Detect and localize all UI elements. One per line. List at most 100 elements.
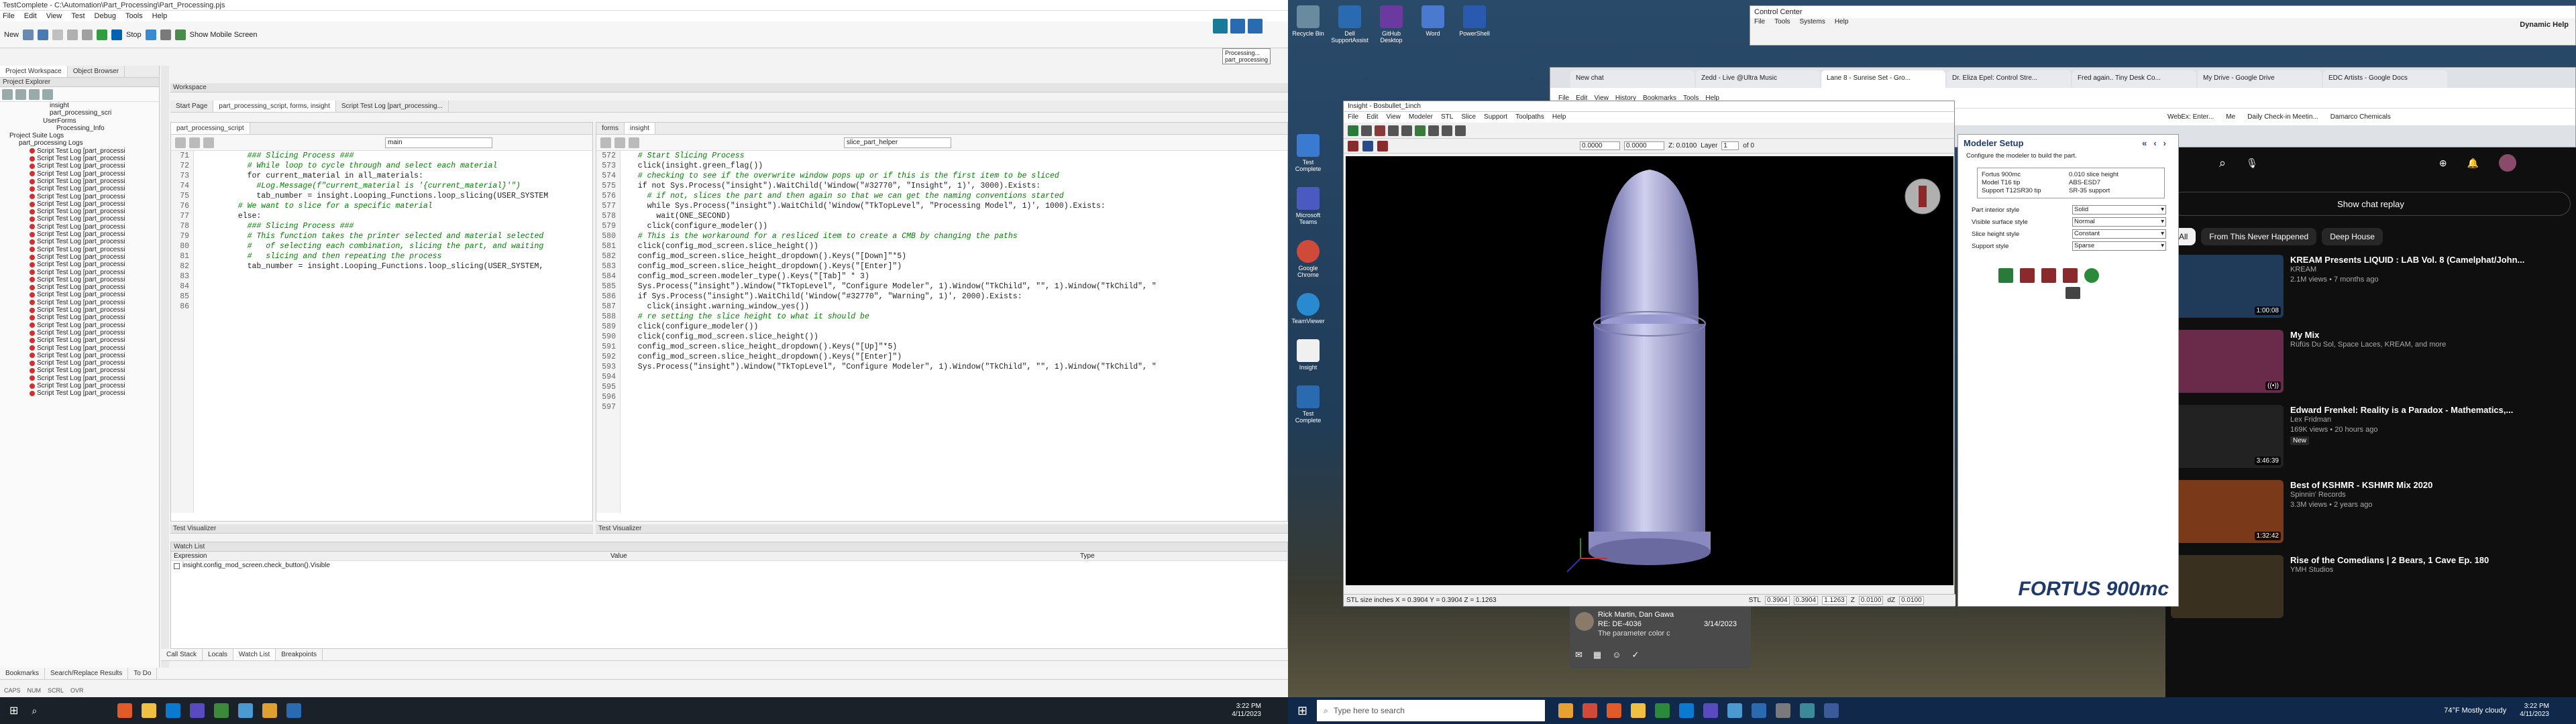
pause-icon[interactable] <box>145 29 156 40</box>
col-value[interactable]: Value <box>610 552 1080 560</box>
run-icon[interactable] <box>97 29 108 40</box>
mobile-icon[interactable] <box>174 29 186 40</box>
app-icon[interactable] <box>262 703 278 718</box>
log-item[interactable]: Script Test Log [part_processi <box>3 367 159 374</box>
app-icon[interactable] <box>1824 703 1839 718</box>
desktop-icon[interactable]: Microsoft Teams <box>1289 187 1327 225</box>
tab-object-browser[interactable]: Object Browser <box>68 66 125 77</box>
toolbar-icon[interactable] <box>1377 140 1388 152</box>
tab-todo[interactable]: To Do <box>128 668 158 679</box>
stop-icon[interactable] <box>111 29 123 40</box>
right-code-text[interactable]: # Start Slicing Process click(insight.gr… <box>621 151 1287 513</box>
toolbar-icon[interactable] <box>1348 140 1358 152</box>
log-item[interactable]: Script Test Log [part_processi <box>3 389 159 397</box>
tab-project-workspace[interactable]: Project Workspace <box>0 66 68 77</box>
video-item[interactable]: Rise of the Comedians | 2 Bears, 1 Cave … <box>2171 555 2576 618</box>
video-title[interactable]: Edward Frenkel: Reality is a Paradox - M… <box>2290 405 2513 415</box>
browser-tab[interactable]: Zedd - Live @Ultra Music <box>1696 70 1820 88</box>
log-item[interactable]: Script Test Log [part_processi <box>3 306 159 314</box>
tab-watch-list[interactable]: Watch List <box>233 649 276 660</box>
firefox-icon[interactable] <box>1607 703 1622 718</box>
helper-dropdown[interactable]: slice_part_helper <box>844 137 951 148</box>
log-item[interactable]: Script Test Log [part_processi <box>3 231 159 238</box>
insight-menu-item[interactable]: Edit <box>1366 112 1378 123</box>
cut-icon[interactable] <box>52 29 64 40</box>
tree-item-insight[interactable]: insight <box>3 102 159 109</box>
vscode-icon[interactable] <box>1679 703 1695 718</box>
app-icon[interactable] <box>1800 703 1815 718</box>
copy-icon[interactable] <box>67 29 78 40</box>
insight-menu-item[interactable]: Help <box>1552 112 1566 123</box>
tab-project-files[interactable]: part_processing_script, forms, insight <box>213 101 336 112</box>
browser-tab[interactable]: Fred again.. Tiny Desk Co... <box>2072 70 2196 88</box>
mail-icon[interactable]: ✉ <box>1575 650 1582 660</box>
log-item[interactable]: Script Test Log [part_processi <box>3 208 159 215</box>
desktop-icon[interactable]: PowerShell <box>1456 5 1493 44</box>
app-icon[interactable] <box>238 703 254 718</box>
stop-button[interactable]: Stop <box>126 31 142 39</box>
toolbar-icon[interactable] <box>1361 125 1372 136</box>
chip-this-never-happened[interactable]: From This Never Happened <box>2201 228 2317 245</box>
browser-tab[interactable]: Lane 8 - Sunrise Set - Gro... <box>1821 70 1945 88</box>
coord-field-1[interactable]: 0.0000 <box>1580 141 1620 150</box>
toolpath-icon[interactable] <box>2063 268 2078 283</box>
log-item[interactable]: Script Test Log [part_processi <box>3 322 159 329</box>
tab-search-replace[interactable]: Search/Replace Results <box>45 668 129 679</box>
cc-menu-systems[interactable]: Systems <box>1799 18 1825 25</box>
video-thumbnail[interactable]: 1:00:08 <box>2171 255 2284 318</box>
video-item[interactable]: ((•)) My Mix Rüfüs Du Sol, Space Laces, KR… <box>2171 330 2576 393</box>
log-item[interactable]: Script Test Log [part_processi <box>3 155 159 162</box>
field-select[interactable]: Solid ▾ <box>2072 205 2166 215</box>
right-clock[interactable]: 3:22 PM 4/11/2023 <box>2520 703 2549 719</box>
build-icon[interactable] <box>2084 268 2099 283</box>
editor-tool-icon[interactable] <box>203 137 214 148</box>
modeler-nav-icons[interactable]: «‹› <box>2142 138 2173 148</box>
explorer-icon[interactable] <box>1631 703 1646 718</box>
desktop-icon[interactable]: Word <box>1414 5 1452 44</box>
video-title[interactable]: My Mix <box>2290 330 2446 340</box>
log-item[interactable]: Script Test Log [part_processi <box>3 253 159 261</box>
bookmark-checkin[interactable]: Daily Check-in Meetin... <box>2247 113 2318 121</box>
mic-icon[interactable]: 🎙 <box>2246 158 2258 169</box>
desktop-icon[interactable]: Recycle Bin <box>1289 5 1327 44</box>
search-icon[interactable]: ⌕ <box>32 705 37 717</box>
col-expression[interactable]: Expression <box>171 552 610 560</box>
app-icon[interactable] <box>1776 703 1791 718</box>
video-item[interactable]: 3:46:39 Edward Frenkel: Reality is a Para… <box>2171 405 2576 468</box>
video-channel[interactable]: YMH Studios <box>2290 565 2489 575</box>
log-item[interactable]: Script Test Log [part_processi <box>3 223 159 231</box>
log-item[interactable]: Script Test Log [part_processi <box>3 329 159 337</box>
zoom-icon[interactable] <box>1428 125 1439 136</box>
tab-call-stack[interactable]: Call Stack <box>161 649 203 660</box>
log-item[interactable]: Script Test Log [part_processi <box>3 299 159 306</box>
log-item[interactable]: Script Test Log [part_processi <box>3 185 159 192</box>
outlook-notification[interactable]: Rick Martin, Dan Gawa RE: DE-4036 3/14/2… <box>1570 607 1751 668</box>
record-icon[interactable] <box>160 29 171 40</box>
tree-item-processing-info[interactable]: Processing_Info <box>3 125 159 132</box>
log-item[interactable]: Script Test Log [part_processi <box>3 345 159 352</box>
explorer-icon[interactable] <box>142 703 157 718</box>
field-select[interactable]: Constant ▾ <box>2072 229 2166 239</box>
video-title[interactable]: Rise of the Comedians | 2 Bears, 1 Cave … <box>2290 555 2489 565</box>
tree-item-userforms[interactable]: UserForms <box>3 117 159 125</box>
zoom-icon[interactable] <box>1442 125 1452 136</box>
create-icon[interactable]: ⊕ <box>2439 158 2447 169</box>
log-item[interactable]: Script Test Log [part_processi <box>3 215 159 223</box>
log-item[interactable]: Script Test Log [part_processi <box>3 170 159 178</box>
teams-icon[interactable] <box>1703 703 1719 718</box>
menu-edit[interactable]: Edit <box>24 12 37 20</box>
desktop-icon[interactable]: GitHub Desktop <box>1373 5 1410 44</box>
people-icon[interactable]: ☺ <box>1612 650 1621 660</box>
app-icon[interactable] <box>214 703 229 718</box>
windows-icon[interactable]: ⊞ <box>1297 704 1307 718</box>
chrome-icon[interactable] <box>1582 703 1598 718</box>
browser-tab[interactable]: My Drive - Google Drive <box>2198 70 2322 88</box>
desktop-icon[interactable]: Insight <box>1289 339 1327 371</box>
insight-menu-item[interactable]: View <box>1386 112 1401 123</box>
editor-tool-icon[interactable] <box>614 137 625 148</box>
show-chat-replay-button[interactable]: Show chat replay <box>2171 192 2571 216</box>
watch-checkbox[interactable] <box>174 562 180 569</box>
check-icon[interactable]: ✓ <box>1631 650 1639 660</box>
field-select[interactable]: Sparse ▾ <box>2072 241 2166 251</box>
chip-deep-house[interactable]: Deep House <box>2322 228 2383 245</box>
